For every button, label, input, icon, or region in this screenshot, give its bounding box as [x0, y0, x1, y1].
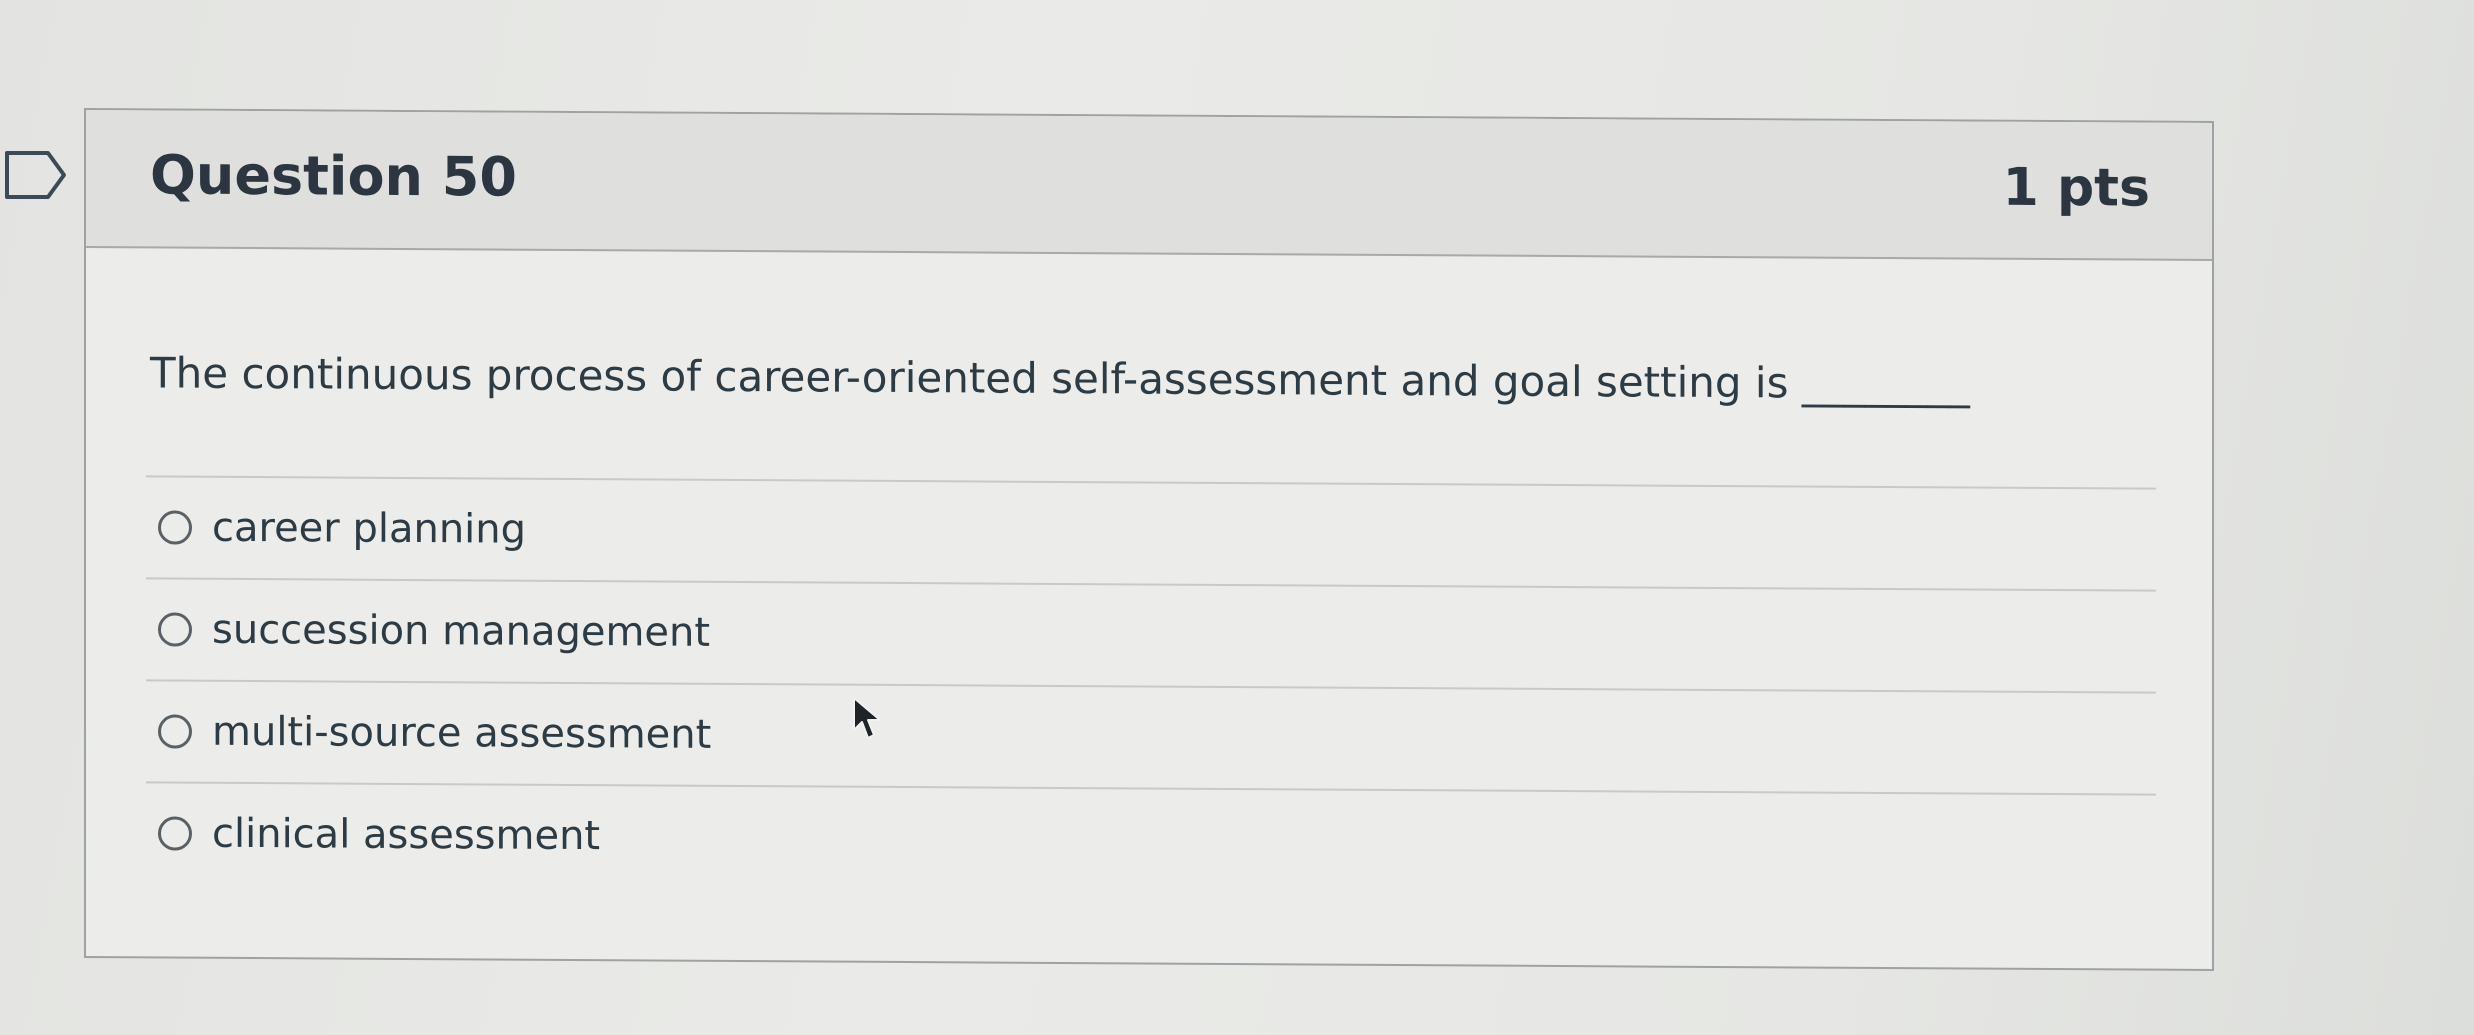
- answer-list: career planning succession management mu…: [146, 475, 2156, 896]
- mouse-pointer-icon: [853, 697, 881, 739]
- question-points: 1 pts: [2002, 157, 2150, 219]
- answer-option[interactable]: clinical assessment: [146, 781, 2156, 896]
- question-text: The continuous process of career-oriente…: [150, 348, 1970, 409]
- radio-button[interactable]: [158, 612, 192, 647]
- flag-question-icon[interactable]: [4, 150, 68, 200]
- answer-option[interactable]: career planning: [146, 475, 2156, 590]
- question-card: Question 50 1 pts The continuous process…: [84, 108, 2214, 972]
- answer-label[interactable]: multi-source assessment: [212, 709, 711, 758]
- answer-option[interactable]: multi-source assessment: [146, 679, 2156, 794]
- radio-button[interactable]: [158, 510, 192, 545]
- radio-button[interactable]: [158, 714, 192, 749]
- answer-option[interactable]: succession management: [146, 577, 2156, 692]
- answer-label[interactable]: career planning: [212, 505, 526, 553]
- answer-label[interactable]: succession management: [212, 607, 710, 656]
- question-header: Question 50 1 pts: [86, 110, 2212, 261]
- answer-label[interactable]: clinical assessment: [212, 811, 600, 859]
- radio-button[interactable]: [158, 816, 192, 851]
- question-title: Question 50: [150, 143, 517, 209]
